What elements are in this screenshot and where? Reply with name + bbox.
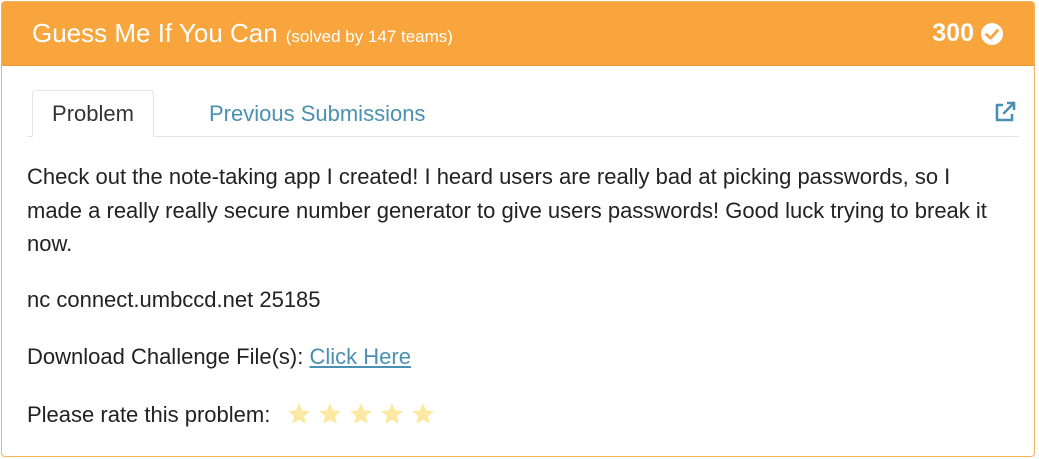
star-icon[interactable] xyxy=(410,401,436,427)
download-link[interactable]: Click Here xyxy=(309,344,410,369)
star-icon[interactable] xyxy=(317,401,343,427)
challenge-card: Guess Me If You Can (solved by 147 teams… xyxy=(1,1,1035,457)
tab-problem[interactable]: Problem xyxy=(32,90,154,137)
rating-label: Please rate this problem: xyxy=(27,401,271,427)
challenge-header: Guess Me If You Can (solved by 147 teams… xyxy=(2,2,1034,66)
tab-bar: Problem Previous Submissions xyxy=(27,90,1019,137)
problem-body: Check out the note-taking app I created!… xyxy=(27,160,1007,431)
connection-string: nc connect.umbccd.net 25185 xyxy=(27,286,321,312)
star-icon[interactable] xyxy=(379,401,405,427)
star-icon[interactable] xyxy=(286,401,312,427)
points-badge: 300 xyxy=(932,19,1004,48)
solved-count: (solved by 147 teams) xyxy=(285,27,453,46)
tab-previous-submissions[interactable]: Previous Submissions xyxy=(197,90,437,137)
title-wrap: Guess Me If You Can (solved by 147 teams… xyxy=(32,18,453,49)
external-link-icon[interactable] xyxy=(993,100,1017,124)
check-circle-icon xyxy=(981,22,1003,45)
points-value: 300 xyxy=(932,19,974,47)
download-label: Download Challenge File(s): xyxy=(27,344,310,369)
star-icon[interactable] xyxy=(348,401,374,427)
download-row: Download Challenge File(s): Click Here xyxy=(27,340,1007,374)
problem-description: Check out the note-taking app I created!… xyxy=(27,164,987,256)
rating-row: Please rate this problem: xyxy=(27,398,1007,432)
challenge-title: Guess Me If You Can xyxy=(32,18,278,48)
rating-stars xyxy=(286,401,436,427)
